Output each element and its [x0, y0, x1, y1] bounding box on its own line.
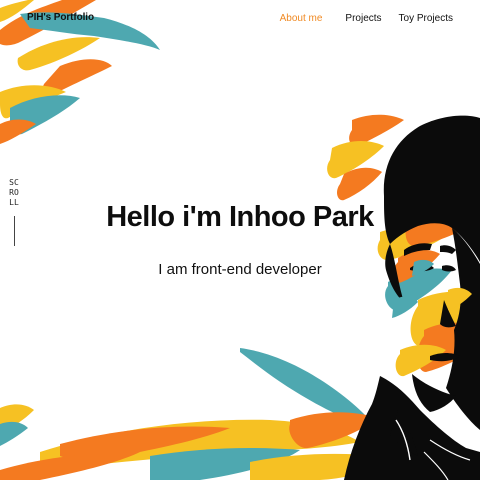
- site-logo[interactable]: PIH's Portfolio: [27, 12, 94, 23]
- hero-subtitle: I am front-end developer: [158, 261, 322, 278]
- portfolio-page: PIH's Portfolio About me Projects Toy Pr…: [0, 0, 480, 480]
- nav-toy-projects[interactable]: Toy Projects: [399, 13, 453, 24]
- nav-about-me[interactable]: About me: [280, 13, 323, 24]
- main-navigation: About me Projects Toy Projects: [280, 13, 453, 24]
- bottom-brush-strokes: [0, 348, 400, 480]
- nav-projects[interactable]: Projects: [345, 13, 381, 24]
- hero-title: Hello i'm Inhoo Park: [106, 201, 374, 233]
- paint-brush-artwork: [0, 0, 480, 480]
